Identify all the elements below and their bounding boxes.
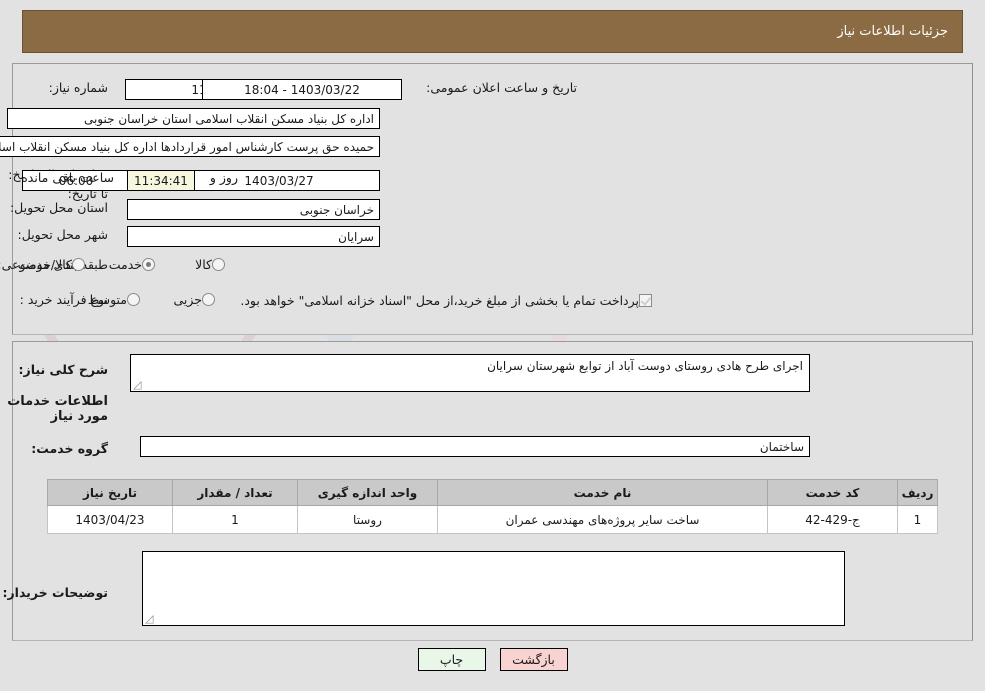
remaining-time-field-wrap: 11:34:41 xyxy=(127,170,195,191)
remaining-time-suffix: ساعت باقی مانده xyxy=(21,170,114,185)
radio-service-icon[interactable] xyxy=(142,258,155,271)
back-button[interactable]: بازگشت xyxy=(499,648,568,671)
general-desc-textarea[interactable]: اجرای طرح هادی روستای دوست آباد از توابع… xyxy=(130,354,810,392)
process-radio-minor[interactable]: جزیی xyxy=(170,292,215,307)
cell-need-date: 1403/04/23 xyxy=(47,505,173,534)
col-service-code: کد خدمت xyxy=(767,479,898,506)
resize-grip-icon[interactable]: ◺ xyxy=(133,378,143,391)
need-number-label-wrap: شماره نیاز: xyxy=(49,80,108,96)
province-label: استان محل تحویل: xyxy=(9,200,108,215)
buyer-notes-label-wrap: توضیحات خریدار: xyxy=(2,585,108,601)
service-group-field-wrap: ساختمان xyxy=(140,436,810,457)
creator-field-wrap: حمیده حق پرست کارشناس امور قراردادها ادا… xyxy=(0,136,380,157)
action-button-bar: بازگشت چاپ xyxy=(0,648,985,671)
cell-index: 1 xyxy=(897,505,938,534)
buyer-org-field[interactable]: اداره کل بنیاد مسکن انقلاب اسلامی استان … xyxy=(7,108,380,129)
province-label-wrap: استان محل تحویل: xyxy=(10,200,108,216)
cell-service-name: ساخت سایر پروژه‌های مهندسی عمران xyxy=(437,505,768,534)
service-group-label-wrap: گروه خدمت: xyxy=(31,441,108,457)
remaining-time-suffix-wrap: ساعت باقی مانده xyxy=(16,170,119,185)
province-field[interactable]: خراسان جنوبی xyxy=(127,199,380,220)
category-option-label-0: کالا xyxy=(195,257,212,272)
remaining-time-field: 11:34:41 xyxy=(127,170,195,191)
col-index: ردیف xyxy=(897,479,938,506)
services-heading: اطلاعات خدمات مورد نیاز xyxy=(7,394,108,424)
city-label-wrap: شهر محل تحویل: xyxy=(18,227,108,243)
category-radio-service[interactable]: خدمت xyxy=(106,257,155,272)
city-label: شهر محل تحویل: xyxy=(17,227,108,242)
announce-datetime-field-wrap: 1403/03/22 - 18:04 xyxy=(104,79,402,100)
announce-datetime-label-wrap: تاریخ و ساعت اعلان عمومی: xyxy=(426,80,577,96)
buyer-notes-label: توضیحات خریدار: xyxy=(2,585,108,600)
buyer-notes-textarea[interactable]: ◺ xyxy=(142,551,845,626)
service-group-field[interactable]: ساختمان xyxy=(140,436,810,457)
col-unit: واحد اندازه گیری xyxy=(297,479,438,506)
services-table: ردیف کد خدمت نام خدمت واحد اندازه گیری ت… xyxy=(47,479,938,534)
city-field-wrap: سرایان xyxy=(127,226,380,247)
announce-datetime-label: تاریخ و ساعت اعلان عمومی: xyxy=(426,80,577,95)
service-group-label: گروه خدمت: xyxy=(31,441,108,456)
treasury-text: پرداخت تمام یا بخشی از مبلغ خرید،از محل … xyxy=(240,293,639,308)
treasury-checkbox-row[interactable]: پرداخت تمام یا بخشی از مبلغ خرید،از محل … xyxy=(237,293,652,308)
radio-minor-icon[interactable] xyxy=(202,293,215,306)
category-option-label-2: کالا/خدمت xyxy=(17,257,72,272)
remaining-days-suffix: روز و xyxy=(209,170,238,185)
general-desc-label-wrap: شرح کلی نیاز: xyxy=(19,362,108,378)
resize-grip-icon-notes[interactable]: ◺ xyxy=(145,612,155,625)
category-radio-goods[interactable]: کالا xyxy=(192,257,225,272)
checkbox-treasury-icon[interactable] xyxy=(639,294,652,307)
page-root: AriaTender.net جزئیات اطلاعات نیاز شماره… xyxy=(0,0,985,691)
col-need-date: تاریخ نیاز xyxy=(47,479,173,506)
radio-goods-service-icon[interactable] xyxy=(72,258,85,271)
radio-goods-icon[interactable] xyxy=(212,258,225,271)
process-radio-medium[interactable]: متوسط xyxy=(85,292,140,307)
province-field-wrap: خراسان جنوبی xyxy=(127,199,380,220)
need-number-label: شماره نیاز: xyxy=(48,80,108,95)
general-desc-value: اجرای طرح هادی روستای دوست آباد از توابع… xyxy=(487,359,803,373)
page-header-bar: جزئیات اطلاعات نیاز xyxy=(22,10,963,53)
col-quantity: تعداد / مقدار xyxy=(172,479,298,506)
cell-service-code: ج-429-42 xyxy=(767,505,898,534)
creator-field[interactable]: حمیده حق پرست کارشناس امور قراردادها ادا… xyxy=(0,136,380,157)
cell-quantity: 1 xyxy=(172,505,298,534)
city-field[interactable]: سرایان xyxy=(127,226,380,247)
category-radio-goods-service[interactable]: کالا/خدمت xyxy=(15,257,85,272)
print-button[interactable]: چاپ xyxy=(417,648,486,671)
table-row: 1 ج-429-42 ساخت سایر پروژه‌های مهندسی عم… xyxy=(47,505,938,534)
cell-unit: روستا xyxy=(297,505,438,534)
remaining-days-suffix-wrap: روز و xyxy=(205,170,243,185)
category-option-label-1: خدمت xyxy=(108,257,142,272)
col-service-name: نام خدمت xyxy=(437,479,768,506)
radio-medium-icon[interactable] xyxy=(127,293,140,306)
announce-datetime-field[interactable]: 1403/03/22 - 18:04 xyxy=(202,79,402,100)
process-option-label-1: متوسط xyxy=(87,292,127,307)
table-header-row: ردیف کد خدمت نام خدمت واحد اندازه گیری ت… xyxy=(47,479,938,506)
page-title: جزئیات اطلاعات نیاز xyxy=(837,24,948,39)
process-option-label-0: جزیی xyxy=(173,292,202,307)
general-desc-label: شرح کلی نیاز: xyxy=(18,362,108,377)
buyer-org-field-wrap: اداره کل بنیاد مسکن انقلاب اسلامی استان … xyxy=(7,108,380,129)
